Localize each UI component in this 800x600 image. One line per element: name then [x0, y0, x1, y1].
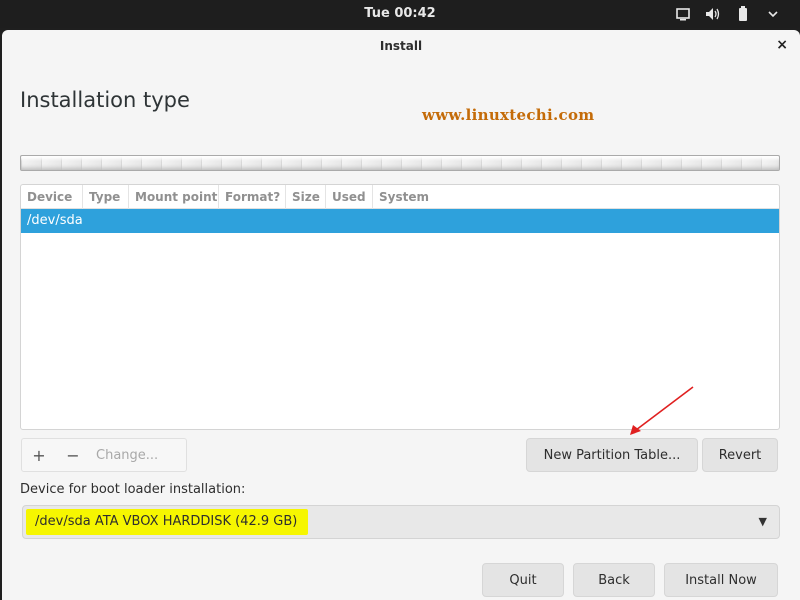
column-header-format[interactable]: Format?: [219, 185, 286, 209]
page-title: Installation type: [20, 88, 190, 112]
column-header-device[interactable]: Device: [21, 185, 83, 209]
top-panel: Tue 00:42: [0, 0, 800, 28]
column-header-mount-point[interactable]: Mount point: [129, 185, 219, 209]
revert-button[interactable]: Revert: [702, 438, 778, 472]
window-title: Install: [379, 39, 423, 53]
battery-icon[interactable]: [734, 5, 752, 23]
close-icon[interactable]: ×: [776, 37, 788, 53]
column-header-type[interactable]: Type: [83, 185, 129, 209]
partition-table: Device Type Mount point Format? Size Use…: [20, 184, 780, 430]
remove-partition-button[interactable]: −: [56, 446, 90, 465]
power-menu-icon[interactable]: [764, 5, 782, 23]
boot-loader-selected-value: /dev/sda ATA VBOX HARDDISK (42.9 GB): [35, 514, 298, 529]
window-titlebar: Install ×: [2, 30, 800, 62]
boot-loader-device-select[interactable]: /dev/sda ATA VBOX HARDDISK (42.9 GB) ▼: [22, 505, 780, 539]
dropdown-arrow-icon[interactable]: ▼: [759, 515, 767, 528]
back-button[interactable]: Back: [573, 563, 655, 597]
column-header-system[interactable]: System: [373, 185, 453, 209]
table-row[interactable]: /dev/sda: [21, 209, 779, 233]
partition-bar: [20, 155, 780, 171]
change-partition-button[interactable]: Change...: [96, 448, 158, 463]
column-header-used[interactable]: Used: [326, 185, 373, 209]
volume-icon[interactable]: [704, 5, 722, 23]
install-window: Install × Installation type www.linuxtec…: [2, 30, 800, 600]
display-icon[interactable]: [674, 5, 692, 23]
add-partition-button[interactable]: +: [22, 446, 56, 465]
boot-loader-label: Device for boot loader installation:: [20, 482, 246, 497]
install-now-button[interactable]: Install Now: [664, 563, 778, 597]
quit-button[interactable]: Quit: [482, 563, 564, 597]
column-header-size[interactable]: Size: [286, 185, 326, 209]
new-partition-table-button[interactable]: New Partition Table...: [526, 438, 698, 472]
system-tray[interactable]: [674, 5, 782, 23]
partition-toolbar: + − Change...: [21, 438, 187, 472]
table-header: Device Type Mount point Format? Size Use…: [21, 185, 779, 209]
watermark-text: www.linuxtechi.com: [422, 106, 595, 124]
